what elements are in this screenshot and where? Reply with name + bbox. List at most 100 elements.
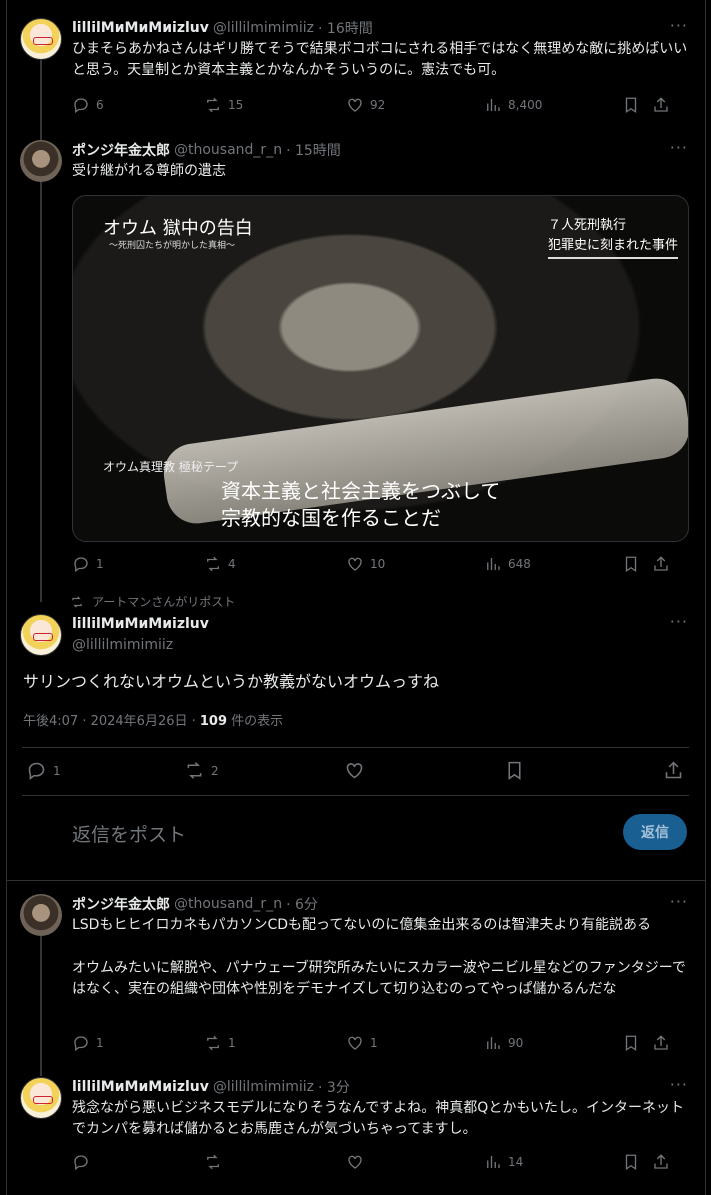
- post-time[interactable]: · 16時間: [318, 18, 373, 38]
- share-button[interactable]: [663, 760, 684, 781]
- repost-button[interactable]: 4: [204, 555, 236, 573]
- views-button[interactable]: 8,400: [484, 96, 542, 114]
- repost-icon: [187, 762, 202, 779]
- bookmark-button[interactable]: [622, 555, 640, 573]
- like-count: 1: [370, 1036, 378, 1050]
- like-button[interactable]: 1: [346, 1034, 378, 1052]
- reply-button[interactable]: [72, 1153, 90, 1171]
- user-handle[interactable]: @thousand_r_n: [174, 896, 282, 912]
- image-caption-small: オウム真理教 極秘テープ: [103, 460, 239, 474]
- view-count: 14: [508, 1155, 524, 1169]
- analytics-icon: [487, 1037, 500, 1049]
- reply-icon: [74, 98, 88, 114]
- user-handle[interactable]: @thousand_r_n: [174, 142, 282, 158]
- more-options-icon[interactable]: ···: [670, 16, 688, 35]
- reply-tweet-2[interactable]: lillilMиMиMиizluv @lillilmimimiiz · 3分 ·…: [20, 1075, 690, 1177]
- like-button[interactable]: [344, 760, 365, 781]
- action-bar: 1 1 1 90: [72, 1034, 690, 1054]
- tweet-text: オウムみたいに解脱や、パナウェーブ研究所みたいにスカラー波やニビル星などのファン…: [72, 960, 686, 997]
- share-button[interactable]: [652, 1153, 670, 1171]
- repost-button[interactable]: 1: [204, 1034, 236, 1052]
- reply-submit-button[interactable]: 返信: [623, 814, 687, 850]
- more-options-icon[interactable]: ···: [670, 1075, 688, 1094]
- post-time[interactable]: · 6分: [286, 894, 318, 914]
- share-button[interactable]: [652, 96, 670, 114]
- avatar[interactable]: [20, 614, 62, 656]
- action-bar: 6 15 92 8,400: [72, 96, 690, 116]
- like-button[interactable]: 10: [346, 555, 385, 573]
- tweet-text: 受け継がれる尊師の遺志: [72, 163, 226, 179]
- repost-indicator[interactable]: アートマンさんがリポスト: [70, 593, 235, 610]
- reply-count: 6: [96, 98, 104, 112]
- view-count: 648: [508, 557, 531, 571]
- share-icon: [654, 97, 668, 112]
- user-handle[interactable]: @lillilmimimiiz: [213, 1079, 314, 1095]
- avatar[interactable]: [20, 894, 62, 936]
- display-name[interactable]: lillilMиMиMиizluv: [72, 20, 209, 36]
- repost-count: 15: [228, 98, 244, 112]
- heart-icon: [348, 1036, 362, 1050]
- analytics-icon: [487, 99, 500, 111]
- share-icon: [665, 761, 682, 779]
- repost-icon: [207, 97, 219, 113]
- views-button[interactable]: 14: [484, 1153, 523, 1171]
- views-button[interactable]: 90: [484, 1034, 523, 1052]
- tweet-header-handle: @lillilmimimiiz: [72, 635, 690, 655]
- post-time[interactable]: · 3分: [318, 1077, 350, 1097]
- analytics-icon: [487, 1156, 500, 1168]
- tweet-1[interactable]: lillilMиMиMиizluv @lillilmimimiiz · 16時間…: [20, 16, 690, 128]
- display-name[interactable]: lillilMиMиMиizluv: [72, 1079, 209, 1095]
- repost-button[interactable]: 15: [204, 96, 243, 114]
- repost-button[interactable]: 2: [184, 760, 219, 781]
- tweet-text: ひまそらあかねさんはギリ勝てそうで結果ボコボコにされる相手ではなく無理めな敵に挑…: [72, 41, 688, 78]
- timestamp[interactable]: 午後4:07 · 2024年6月26日 ·: [23, 714, 200, 729]
- more-options-icon[interactable]: ···: [670, 612, 688, 631]
- reply-tweet-1[interactable]: ポンジ年金太郎 @thousand_r_n · 6分 ··· LSDもヒヒイロカ…: [20, 892, 690, 1064]
- display-name[interactable]: lillilMиMиMиizluv: [72, 616, 209, 632]
- views-button[interactable]: 648: [484, 555, 531, 573]
- avatar[interactable]: [20, 18, 62, 60]
- more-options-icon[interactable]: ···: [670, 138, 688, 157]
- views-label: 件の表示: [227, 714, 284, 729]
- attached-image[interactable]: オウム 獄中の告白 〜死刑囚たちが明かした真相〜 ７人死刑執行 犯罪史に刻まれた…: [72, 195, 689, 542]
- display-name[interactable]: ポンジ年金太郎: [72, 140, 170, 160]
- bookmark-icon: [625, 1154, 637, 1171]
- image-corner-text: ７人死刑執行 犯罪史に刻まれた事件: [547, 216, 678, 259]
- share-icon: [654, 1035, 668, 1050]
- post-time[interactable]: · 15時間: [286, 140, 341, 160]
- user-handle[interactable]: @lillilmimimiiz: [213, 20, 314, 36]
- share-button[interactable]: [652, 1034, 670, 1052]
- repost-count: 2: [211, 763, 219, 778]
- reply-input[interactable]: 返信をポスト: [72, 820, 186, 847]
- more-options-icon[interactable]: ···: [670, 892, 688, 911]
- reply-button[interactable]: 1: [26, 760, 61, 781]
- repost-icon: [72, 595, 82, 608]
- reply-button[interactable]: 6: [72, 96, 104, 114]
- avatar[interactable]: [20, 140, 62, 182]
- repost-button[interactable]: [204, 1153, 222, 1171]
- repost-count: 1: [228, 1036, 236, 1050]
- bookmark-button[interactable]: [504, 760, 525, 781]
- share-icon: [654, 1154, 668, 1169]
- bookmark-button[interactable]: [622, 96, 640, 114]
- repost-label: アートマンさんがリポスト: [92, 595, 236, 609]
- heart-icon: [348, 98, 362, 112]
- view-count: 8,400: [508, 98, 543, 112]
- like-button[interactable]: [346, 1153, 364, 1171]
- reply-button[interactable]: 1: [72, 555, 104, 573]
- bookmark-button[interactable]: [622, 1034, 640, 1052]
- share-button[interactable]: [652, 555, 670, 573]
- tweet-header: ポンジ年金太郎 @thousand_r_n · 6分: [72, 894, 690, 914]
- focused-action-bar: 1 2: [22, 760, 688, 784]
- tweet-meta: 午後4:07 · 2024年6月26日 · 109 件の表示: [23, 710, 283, 729]
- reply-count: 1: [96, 1036, 104, 1050]
- user-handle[interactable]: @lillilmimimiiz: [72, 637, 173, 653]
- like-button[interactable]: 92: [346, 96, 385, 114]
- bookmark-button[interactable]: [622, 1153, 640, 1171]
- repost-count: 4: [228, 557, 236, 571]
- reply-icon: [74, 1155, 88, 1171]
- avatar[interactable]: [20, 1077, 62, 1119]
- display-name[interactable]: ポンジ年金太郎: [72, 894, 170, 914]
- reply-button[interactable]: 1: [72, 1034, 104, 1052]
- tweet-text: 残念ながら悪いビジネスモデルになりそうなんですよね。神真都Qとかもいたし。インタ…: [72, 1100, 685, 1137]
